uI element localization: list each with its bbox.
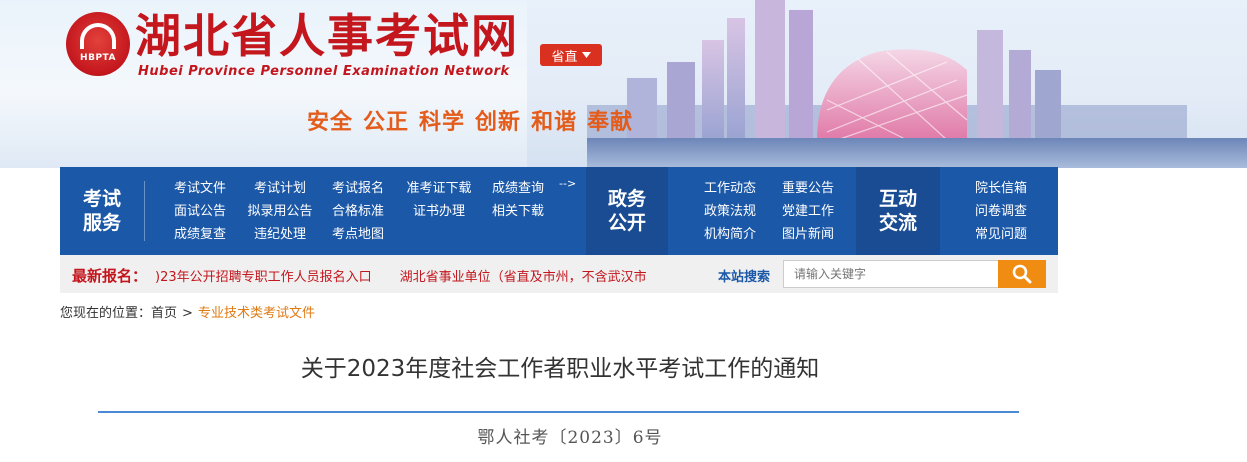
nav-link-director-mailbox[interactable]: 院长信箱: [958, 177, 1044, 200]
nav-section-exam-services[interactable]: 考试 服务: [60, 167, 144, 255]
logo-arch-icon: [80, 23, 116, 49]
nav-link-row: 政策法规 党建工作: [688, 200, 844, 223]
news-ticker-bar: 最新报名： )23年公开招聘专职工作人员报名入口 湖北省事业单位（省直及市州，不含…: [60, 255, 1058, 293]
slogan-word: 科学: [419, 110, 466, 135]
nav-link-score-review[interactable]: 成绩复查: [160, 223, 240, 246]
breadcrumb-current[interactable]: 专业技术类考试文件: [198, 306, 315, 321]
interaction-links: 院长信箱 问卷调查 常见问题: [958, 177, 1044, 246]
nav-link-row: 问卷调查: [958, 200, 1044, 223]
nav-section-label-line1: 考试: [82, 188, 121, 210]
breadcrumb-prefix: 您现在的位置：: [60, 306, 152, 321]
city-skyline-illustration: [527, 0, 1247, 168]
site-logo[interactable]: HBPTA: [66, 12, 130, 76]
nav-link-exam-site-map[interactable]: 考点地图: [320, 223, 396, 246]
nav-link-exam-plan[interactable]: 考试计划: [240, 177, 320, 200]
nav-link-work-news[interactable]: 工作动态: [688, 177, 772, 200]
caret-down-icon: [581, 52, 591, 58]
nav-link-row: 院长信箱: [958, 177, 1044, 200]
nav-section-interaction[interactable]: 互动 交流: [856, 167, 940, 255]
nav-link-row: 常见问题: [958, 223, 1044, 246]
nav-link-qualification-standard[interactable]: 合格标准: [320, 200, 396, 223]
search-label: 本站搜索: [718, 270, 771, 285]
nav-link-admission-ticket[interactable]: 准考证下载: [396, 177, 482, 200]
nav-link-survey[interactable]: 问卷调查: [958, 200, 1044, 223]
main-navigation: 考试 服务 考试文件 考试计划 考试报名 准考证下载 成绩查询 面试公告 拟录用…: [60, 167, 1058, 255]
slogan: 安全 公正 科学 创新 和谐 奉献: [307, 104, 643, 136]
breadcrumb-home[interactable]: 首页: [151, 306, 177, 321]
nav-link-important-notice[interactable]: 重要公告: [772, 177, 844, 200]
nav-link-row: 成绩复查 违纪处理 考点地图: [160, 223, 554, 246]
ticker-item[interactable]: )23年公开招聘专职工作人员报名入口: [155, 270, 372, 285]
nav-link-certificate[interactable]: 证书办理: [396, 200, 482, 223]
site-subtitle: Hubei Province Personnel Examination Net…: [138, 64, 510, 79]
breadcrumb-separator: >: [182, 306, 193, 321]
logo-abbreviation: HBPTA: [80, 53, 116, 63]
ticker-scroll: )23年公开招聘专职工作人员报名入口 湖北省事业单位（省直及市州，不含武汉市: [155, 266, 675, 285]
site-banner: HBPTA 湖北省人事考试网 Hubei Province Personnel …: [0, 0, 1247, 168]
nav-link-photo-news[interactable]: 图片新闻: [772, 223, 844, 246]
ticker-label: 最新报名：: [72, 267, 148, 285]
nav-link-interview-notice[interactable]: 面试公告: [160, 200, 240, 223]
nav-section-label-line2: 公开: [607, 212, 646, 234]
nav-link-row: 机构简介 图片新闻: [688, 223, 844, 246]
nav-section-label-line2: 交流: [878, 212, 917, 234]
nav-more-link[interactable]: -->: [559, 177, 576, 190]
search-icon: [1012, 264, 1032, 284]
region-select-button[interactable]: 省直: [540, 44, 602, 66]
nav-section-public-affairs[interactable]: 政务 公开: [586, 167, 668, 255]
nav-link-party-building[interactable]: 党建工作: [772, 200, 844, 223]
nav-link-faq[interactable]: 常见问题: [958, 223, 1044, 246]
nav-link-hiring-notice[interactable]: 拟录用公告: [240, 200, 320, 223]
search-input[interactable]: [783, 260, 999, 288]
nav-section-label-line1: 互动: [878, 188, 917, 210]
slogan-word: 和谐: [531, 110, 578, 135]
exam-services-links: 考试文件 考试计划 考试报名 准考证下载 成绩查询 面试公告 拟录用公告 合格标…: [160, 177, 554, 246]
article-divider: [98, 411, 1019, 413]
article-title: 关于2023年度社会工作者职业水平考试工作的通知: [300, 356, 820, 382]
nav-link-row: 考试文件 考试计划 考试报名 准考证下载 成绩查询: [160, 177, 554, 200]
nav-link-score-query[interactable]: 成绩查询: [482, 177, 554, 200]
nav-link-row: 面试公告 拟录用公告 合格标准 证书办理 相关下载: [160, 200, 554, 223]
ticker-item[interactable]: 湖北省事业单位（省直及市州，不含武汉市: [400, 270, 647, 285]
nav-link-row: 工作动态 重要公告: [688, 177, 844, 200]
nav-section-label-line1: 政务: [607, 188, 646, 210]
site-title[interactable]: 湖北省人事考试网: [135, 8, 519, 64]
nav-link-policies[interactable]: 政策法规: [688, 200, 772, 223]
public-affairs-links: 工作动态 重要公告 政策法规 党建工作 机构简介 图片新闻: [688, 177, 844, 246]
nav-link-organization[interactable]: 机构简介: [688, 223, 772, 246]
nav-link-exam-documents[interactable]: 考试文件: [160, 177, 240, 200]
nav-divider: [144, 181, 145, 241]
region-select-label: 省直: [551, 49, 578, 65]
slogan-word: 奉献: [587, 110, 634, 135]
slogan-word: 创新: [475, 110, 522, 135]
slogan-word: 安全: [307, 110, 354, 135]
nav-link-exam-registration[interactable]: 考试报名: [320, 177, 396, 200]
nav-link-violation-handling[interactable]: 违纪处理: [240, 223, 320, 246]
breadcrumb: 您现在的位置：首页 > 专业技术类考试文件: [60, 302, 315, 321]
document-number: 鄂人社考〔2023〕6号: [477, 428, 663, 448]
slogan-word: 公正: [363, 110, 410, 135]
nav-section-label-line2: 服务: [82, 212, 121, 234]
search-button[interactable]: [998, 260, 1046, 288]
nav-link-downloads[interactable]: 相关下载: [482, 200, 554, 223]
